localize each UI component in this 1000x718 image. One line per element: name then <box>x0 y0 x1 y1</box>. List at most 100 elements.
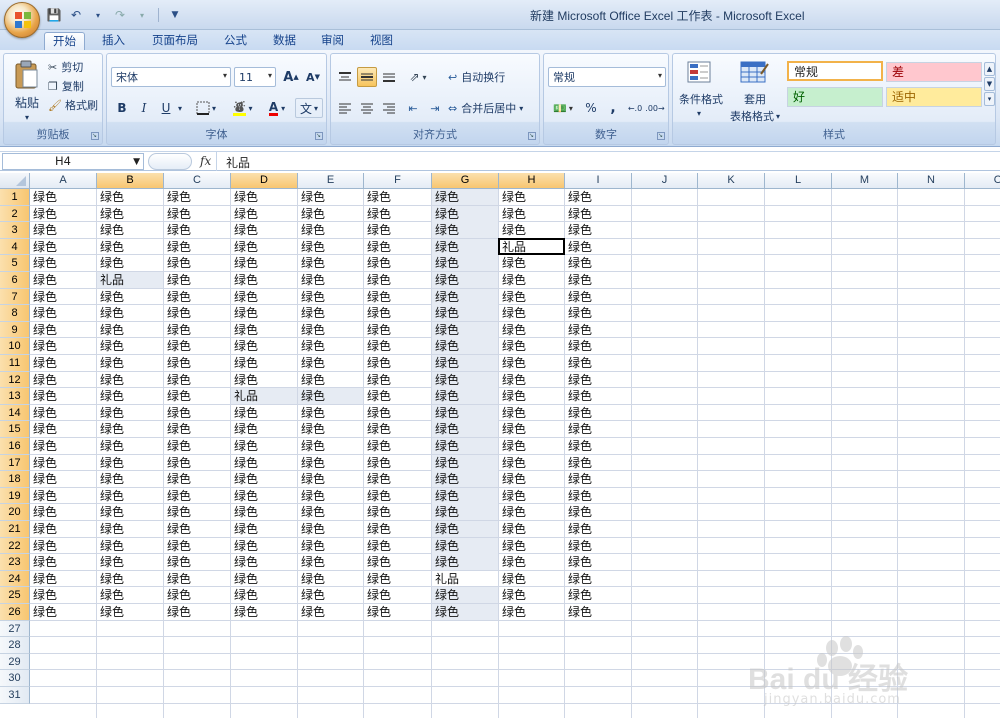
cell-e10[interactable]: 绿色 <box>298 338 363 354</box>
customize-toolbar-icon[interactable]: ▼ <box>165 6 185 24</box>
cell-i24[interactable]: 绿色 <box>565 571 631 587</box>
cell-i10[interactable]: 绿色 <box>565 338 631 354</box>
cell-g18[interactable]: 绿色 <box>432 471 498 487</box>
cell-g5[interactable]: 绿色 <box>432 255 498 271</box>
cell-a23[interactable]: 绿色 <box>30 554 96 570</box>
cell-b16[interactable]: 绿色 <box>97 438 163 454</box>
column-header-m[interactable]: M <box>832 173 898 189</box>
cell-b12[interactable]: 绿色 <box>97 372 163 388</box>
cell-a20[interactable]: 绿色 <box>30 504 96 520</box>
cell-c25[interactable]: 绿色 <box>164 587 230 603</box>
row-header-27[interactable]: 27 <box>0 620 30 638</box>
cell-d13[interactable]: 礼品 <box>231 388 297 404</box>
cell-a18[interactable]: 绿色 <box>30 471 96 487</box>
cell-c12[interactable]: 绿色 <box>164 372 230 388</box>
cell-b18[interactable]: 绿色 <box>97 471 163 487</box>
cell-h14[interactable]: 绿色 <box>499 405 564 421</box>
cell-e20[interactable]: 绿色 <box>298 504 363 520</box>
cell-i9[interactable]: 绿色 <box>565 322 631 338</box>
name-box[interactable]: H4 ▼ <box>2 153 144 170</box>
cell-f21[interactable]: 绿色 <box>364 521 431 537</box>
orientation-button[interactable]: ⇗ ▾ <box>403 67 433 87</box>
cell-h16[interactable]: 绿色 <box>499 438 564 454</box>
cell-i21[interactable]: 绿色 <box>565 521 631 537</box>
row-header-26[interactable]: 26 <box>0 604 30 621</box>
table-format-label-1[interactable]: 套用 <box>737 91 773 107</box>
cell-g7[interactable]: 绿色 <box>432 289 498 305</box>
cell-h4[interactable]: 礼品 <box>499 239 564 255</box>
cell-f18[interactable]: 绿色 <box>364 471 431 487</box>
cell-d19[interactable]: 绿色 <box>231 488 297 504</box>
formula-input[interactable]: 礼品 <box>226 154 250 171</box>
cell-c23[interactable]: 绿色 <box>164 554 230 570</box>
cell-e26[interactable]: 绿色 <box>298 604 363 620</box>
tab-insert[interactable]: 插入 <box>94 32 133 50</box>
increase-indent-icon[interactable]: ⇥ <box>425 98 445 118</box>
undo-icon[interactable]: ↶ <box>66 6 86 24</box>
cell-i22[interactable]: 绿色 <box>565 538 631 554</box>
grow-font-button[interactable]: A ▲ <box>281 67 301 87</box>
column-header-h[interactable]: H <box>499 173 565 189</box>
phonetic-button[interactable]: 文 ▾ <box>295 98 323 118</box>
cell-a14[interactable]: 绿色 <box>30 405 96 421</box>
cell-f14[interactable]: 绿色 <box>364 405 431 421</box>
number-launcher-icon[interactable]: ↘ <box>657 132 665 140</box>
cell-b21[interactable]: 绿色 <box>97 521 163 537</box>
cell-f19[interactable]: 绿色 <box>364 488 431 504</box>
row-header-1[interactable]: 1 <box>0 189 30 206</box>
cell-h12[interactable]: 绿色 <box>499 372 564 388</box>
cell-i25[interactable]: 绿色 <box>565 587 631 603</box>
tab-review[interactable]: 审阅 <box>313 32 352 50</box>
cell-c1[interactable]: 绿色 <box>164 189 230 205</box>
cell-b3[interactable]: 绿色 <box>97 222 163 238</box>
cell-e24[interactable]: 绿色 <box>298 571 363 587</box>
row-header-14[interactable]: 14 <box>0 404 30 422</box>
redo-icon[interactable]: ↷ <box>110 6 130 24</box>
cell-g13[interactable]: 绿色 <box>432 388 498 404</box>
table-format-icon[interactable] <box>737 58 771 88</box>
cell-g21[interactable]: 绿色 <box>432 521 498 537</box>
cell-g16[interactable]: 绿色 <box>432 438 498 454</box>
cell-e13[interactable]: 绿色 <box>298 388 363 404</box>
align-left-icon[interactable] <box>335 98 355 118</box>
cell-b5[interactable]: 绿色 <box>97 255 163 271</box>
cell-b10[interactable]: 绿色 <box>97 338 163 354</box>
cell-e9[interactable]: 绿色 <box>298 322 363 338</box>
column-header-e[interactable]: E <box>298 173 364 189</box>
cell-e1[interactable]: 绿色 <box>298 189 363 205</box>
cell-f23[interactable]: 绿色 <box>364 554 431 570</box>
cell-a16[interactable]: 绿色 <box>30 438 96 454</box>
cell-d23[interactable]: 绿色 <box>231 554 297 570</box>
cell-b20[interactable]: 绿色 <box>97 504 163 520</box>
cell-c26[interactable]: 绿色 <box>164 604 230 620</box>
row-header-18[interactable]: 18 <box>0 471 30 488</box>
cell-d4[interactable]: 绿色 <box>231 239 297 255</box>
column-header-g[interactable]: G <box>432 173 499 189</box>
conditional-format-icon[interactable] <box>683 58 717 88</box>
number-format-select[interactable]: 常规 ▾ <box>548 67 666 87</box>
cell-d18[interactable]: 绿色 <box>231 471 297 487</box>
column-header-c[interactable]: C <box>164 173 231 189</box>
align-top-icon[interactable] <box>335 67 355 87</box>
cell-c10[interactable]: 绿色 <box>164 338 230 354</box>
cell-b6[interactable]: 礼品 <box>97 272 163 288</box>
row-header-13[interactable]: 13 <box>0 388 30 405</box>
cell-i20[interactable]: 绿色 <box>565 504 631 520</box>
cell-h24[interactable]: 绿色 <box>499 571 564 587</box>
cell-i26[interactable]: 绿色 <box>565 604 631 620</box>
cell-b4[interactable]: 绿色 <box>97 239 163 255</box>
cell-h25[interactable]: 绿色 <box>499 587 564 603</box>
paste-button[interactable]: 粘贴 <box>8 94 46 110</box>
row-header-9[interactable]: 9 <box>0 321 30 339</box>
cell-d20[interactable]: 绿色 <box>231 504 297 520</box>
cell-c18[interactable]: 绿色 <box>164 471 230 487</box>
cell-f22[interactable]: 绿色 <box>364 538 431 554</box>
cell-e23[interactable]: 绿色 <box>298 554 363 570</box>
cell-h10[interactable]: 绿色 <box>499 338 564 354</box>
cell-c2[interactable]: 绿色 <box>164 206 230 222</box>
cell-f10[interactable]: 绿色 <box>364 338 431 354</box>
align-middle-icon[interactable] <box>357 67 377 87</box>
cell-g24[interactable]: 礼品 <box>432 571 498 587</box>
cell-e14[interactable]: 绿色 <box>298 405 363 421</box>
row-header-22[interactable]: 22 <box>0 537 30 555</box>
